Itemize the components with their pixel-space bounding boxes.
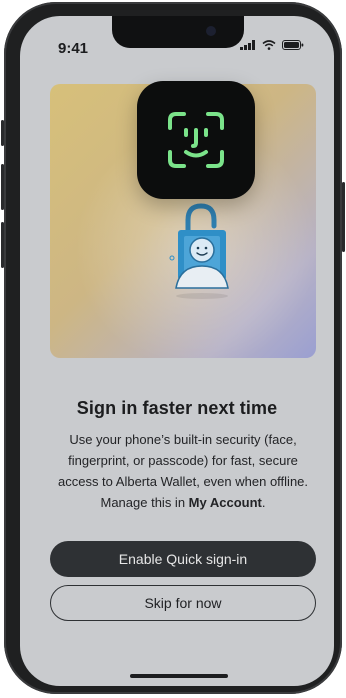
wifi-icon [262,40,276,50]
page-title: Sign in faster next time [76,398,278,418]
description-body: Use your phone’s built-in security (face… [57,432,309,510]
enable-quick-sign-in-button[interactable]: Enable Quick sign-in [50,541,316,577]
battery-icon [282,40,304,50]
cellular-signal-icon [240,40,255,50]
notch [112,16,244,48]
description-suffix: . [261,495,266,510]
front-camera [206,26,216,36]
face-id-icon [137,81,255,199]
status-icons [240,40,304,50]
phone-frame: 9:41 Sign in faster next time Use your p… [1,2,345,694]
description-text: Use your phone’s built-in security (face… [50,429,316,513]
face-id-glyph [168,112,224,168]
volume-down-button [1,222,4,268]
silent-switch [1,120,4,146]
status-time: 9:41 [58,40,89,57]
power-button [342,182,345,252]
volume-up-button [1,164,4,210]
home-indicator [130,674,228,678]
my-account-link[interactable]: My Account [189,495,262,510]
lock-with-person-icon [169,203,229,299]
skip-for-now-button[interactable]: Skip for now [50,585,316,621]
app-screen: 9:41 Sign in faster next time Use your p… [20,16,334,686]
